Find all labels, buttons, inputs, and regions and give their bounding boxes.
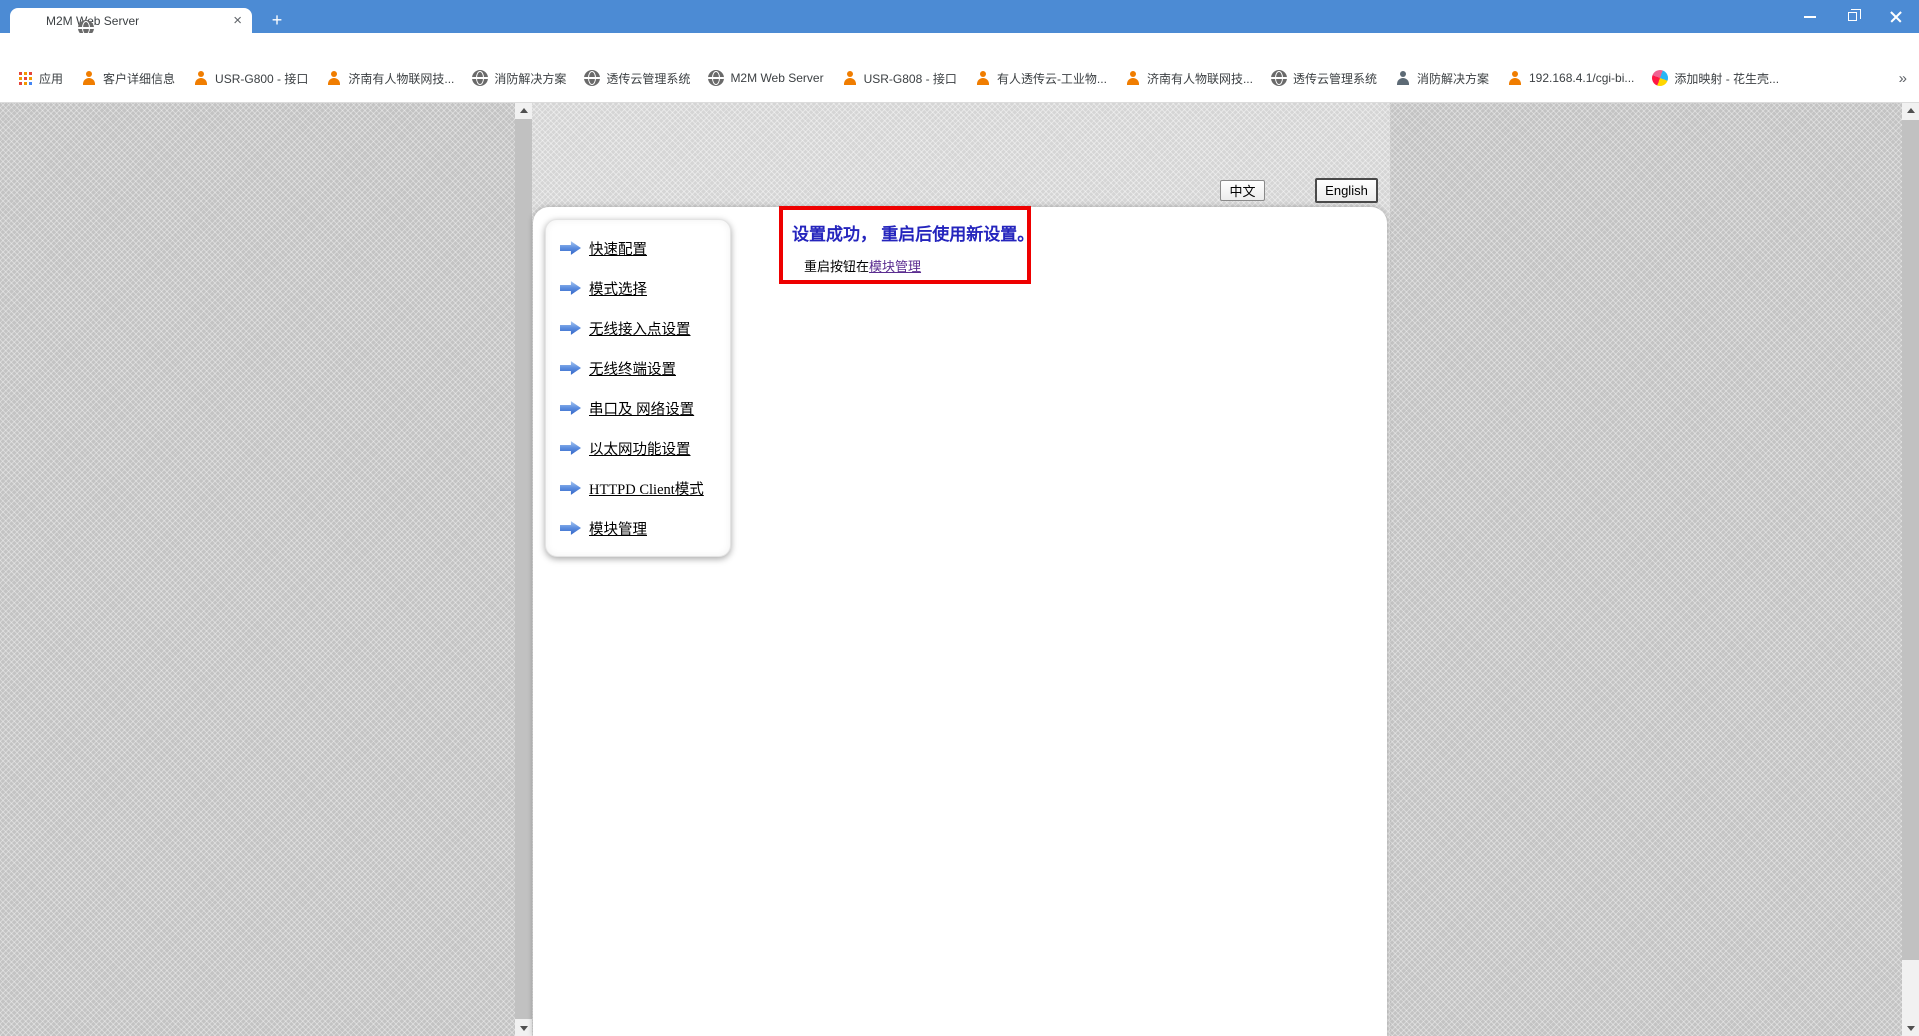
web-page: 中文 English 快速配置 模式选择 无线接入点设置 [0,103,1919,1036]
bookmark-item[interactable]: 济南有人物联网技... [1116,65,1262,91]
triangle-down-icon [520,1026,528,1031]
minimize-button[interactable] [1790,0,1830,33]
sidebar-menu-item[interactable]: 无线终端设置 [546,348,730,388]
close-button[interactable] [1876,0,1916,33]
blue-arrow-icon [560,401,581,416]
sidebar-menu-link[interactable]: HTTPD Client模式 [589,478,704,499]
tab-close-icon[interactable]: × [233,13,242,28]
sidebar-menu-link[interactable]: 模块管理 [589,518,647,539]
success-message-title: 设置成功， 重启后使用新设置。 [792,220,1027,245]
sidebar-menu-link[interactable]: 快速配置 [589,238,647,259]
success-message-body: 重启按钮在模块管理 [804,256,1027,275]
scroll-down-arrow[interactable] [515,1021,532,1036]
english-language-button[interactable]: English [1315,178,1378,203]
sidebar-menu-item[interactable]: 以太网功能设置 [546,428,730,468]
bookmarks-bar: 应用 客户详细信息 USR-G800 - 接口 济南有人物联网技... 消防解决… [0,65,1919,91]
bookmark-item[interactable]: 添加映射 - 花生壳... [1643,65,1788,91]
blue-arrow-icon [560,361,581,376]
triangle-up-icon [1907,108,1915,113]
bookmark-item[interactable]: 济南有人物联网技... [317,65,463,91]
blue-arrow-icon [560,321,581,336]
globe-gray-icon [584,70,600,86]
bookmarks-overflow-chevron[interactable]: » [1899,65,1907,91]
chinese-language-button[interactable]: 中文 [1220,180,1265,201]
person-orange-icon [81,70,97,86]
browser-tab[interactable]: M2M Web Server × [10,8,252,33]
sidebar-menu-link[interactable]: 串口及 网络设置 [589,398,694,419]
minimize-icon [1804,16,1816,18]
blue-arrow-icon [560,281,581,296]
globe-gray-icon [1271,70,1287,86]
left-frame-background [0,103,515,1036]
person-orange-icon [1507,70,1523,86]
person-orange-icon [842,70,858,86]
bookmark-item[interactable]: 消防解决方案 [1386,65,1498,91]
frame-scrollbar[interactable] [515,103,532,1036]
sidebar-menu-item[interactable]: 模式选择 [546,268,730,308]
person-orange-icon [975,70,991,86]
scroll-up-arrow[interactable] [515,103,532,118]
bookmark-item[interactable]: 有人透传云-工业物... [966,65,1116,91]
bookmark-item[interactable]: 客户详细信息 [72,65,184,91]
scroll-down-arrow[interactable] [1902,1021,1919,1036]
blue-arrow-icon [560,241,581,256]
restore-icon [1848,12,1857,21]
bookmark-item[interactable]: 应用 [8,65,72,91]
globe-gray-icon [708,70,724,86]
bookmarks-bar-wrap: 应用 客户详细信息 USR-G800 - 接口 济南有人物联网技... 消防解决… [0,65,1919,91]
person-orange-icon [1125,70,1141,86]
sidebar-menu-link[interactable]: 模式选择 [589,278,647,299]
triangle-up-icon [520,108,528,113]
message-body-text: 重启按钮在 [804,259,869,274]
bookmark-item[interactable]: M2M Web Server [699,65,832,91]
sidebar-menu-item[interactable]: 快速配置 [546,228,730,268]
new-tab-button[interactable]: + [264,10,290,30]
sidebar-menu-link[interactable]: 以太网功能设置 [589,438,691,459]
triangle-down-icon [1907,1026,1915,1031]
restore-button[interactable] [1832,0,1872,33]
bookmark-item[interactable]: 消防解决方案 [463,65,575,91]
person-orange-icon [326,70,342,86]
window-titlebar: M2M Web Server × + [0,0,1919,33]
scrollbar-thumb[interactable] [515,119,532,1019]
sidebar-menu-link[interactable]: 无线接入点设置 [589,318,691,339]
sidebar-menu-item[interactable]: HTTPD Client模式 [546,468,730,508]
close-icon [1889,10,1903,24]
browser-scrollbar[interactable] [1902,103,1919,1036]
scrollbar-thumb[interactable] [1902,120,1919,960]
person-orange-icon [193,70,209,86]
tab-title: M2M Web Server [20,14,225,28]
bookmarks-bar-gap [0,91,1919,103]
blue-arrow-icon [560,441,581,456]
bookmark-item[interactable]: 透传云管理系统 [575,65,699,91]
bookmark-item[interactable]: USR-G800 - 接口 [184,65,317,91]
sidebar-menu-panel: 快速配置 模式选择 无线接入点设置 无线终端设置 [545,219,731,557]
sidebar-menu-item[interactable]: 无线接入点设置 [546,308,730,348]
sidebar-menu: 快速配置 模式选择 无线接入点设置 无线终端设置 [546,228,730,548]
sidebar-menu-link[interactable]: 无线终端设置 [589,358,676,379]
blue-arrow-icon [560,521,581,536]
sidebar-menu-item[interactable]: 模块管理 [546,508,730,548]
scroll-up-arrow[interactable] [1902,103,1919,118]
success-message-box: 设置成功， 重启后使用新设置。 重启按钮在模块管理 [779,206,1031,284]
bookmark-item[interactable]: 192.168.4.1/cgi-bi... [1498,65,1643,91]
module-management-link[interactable]: 模块管理 [869,259,921,274]
plus-icon: + [272,11,283,29]
bookmark-item[interactable]: 透传云管理系统 [1262,65,1386,91]
bookmark-item[interactable]: USR-G808 - 接口 [833,65,966,91]
browser-toolbar: 不安全 10.10.100.254/home.html ★ [0,33,1919,65]
globe-gray-icon [472,70,488,86]
pinwheel-icon [1650,68,1671,89]
apps-grid-icon [17,70,33,86]
blue-arrow-icon [560,481,581,496]
sidebar-menu-item[interactable]: 串口及 网络设置 [546,388,730,428]
person-dark-icon [1395,70,1411,86]
